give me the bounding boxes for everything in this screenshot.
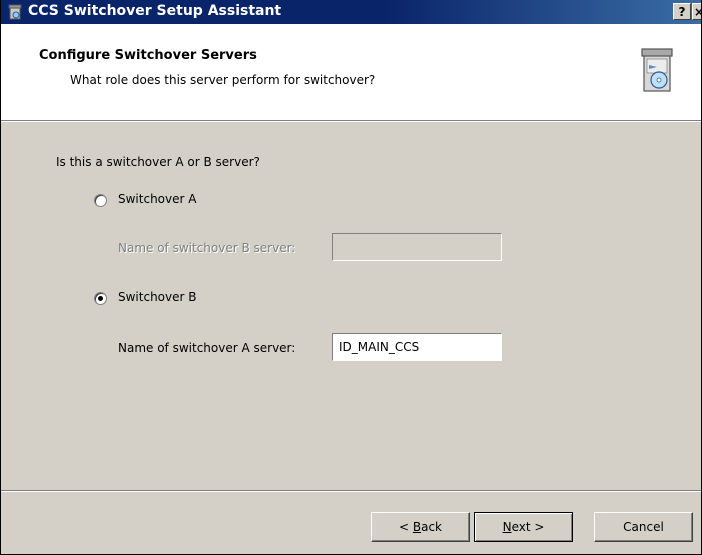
next-accelerator: N: [502, 520, 512, 534]
switchover-a-name-label: Name of switchover A server:: [118, 341, 296, 355]
page-subtitle: What role does this server perform for s…: [70, 73, 376, 87]
header-separator: [1, 121, 701, 122]
setup-box-cd-icon: [641, 48, 673, 92]
switchover-b-name-label: Name of switchover B server:: [118, 241, 296, 255]
radio-b-selected-dot: [98, 296, 103, 301]
back-accelerator: B: [412, 520, 422, 534]
back-label-rest: ack: [421, 520, 442, 534]
radio-b-indicator[interactable]: [94, 292, 107, 305]
close-button[interactable]: ×: [692, 3, 701, 20]
title-bar[interactable]: CCS Switchover Setup Assistant ? ×: [1, 0, 701, 24]
next-button[interactable]: Next >: [474, 512, 573, 542]
wizard-header: Configure Switchover Servers What role d…: [1, 24, 701, 121]
window-title: CCS Switchover Setup Assistant: [28, 3, 282, 19]
setup-assistant-window: CCS Switchover Setup Assistant ? × Confi…: [0, 0, 702, 555]
radio-a-label[interactable]: Switchover A: [118, 192, 196, 206]
back-prefix: <: [398, 520, 413, 534]
switchover-b-name-input[interactable]: [332, 233, 502, 261]
next-label-rest: ext >: [511, 520, 545, 534]
help-button[interactable]: ?: [673, 3, 691, 20]
setup-wizard-icon: [8, 4, 22, 20]
footer-separator: [1, 490, 701, 492]
radio-a-indicator[interactable]: [94, 194, 107, 207]
radio-b-label[interactable]: Switchover B: [118, 290, 196, 304]
back-button[interactable]: < Back: [371, 512, 470, 542]
role-question: Is this a switchover A or B server?: [56, 155, 260, 169]
cancel-button[interactable]: Cancel: [594, 512, 693, 542]
switchover-a-name-input[interactable]: [332, 333, 502, 361]
page-title: Configure Switchover Servers: [39, 48, 257, 63]
